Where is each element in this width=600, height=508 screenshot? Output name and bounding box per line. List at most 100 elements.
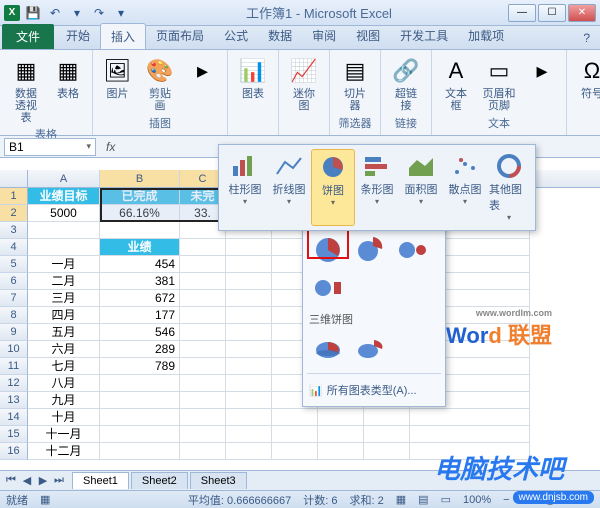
ribbon-headerfooter[interactable]: ▭页眉和页脚 — [478, 54, 520, 114]
cell[interactable]: 业绩 — [100, 239, 180, 256]
cell[interactable]: 789 — [100, 358, 180, 375]
row-header[interactable]: 5 — [0, 256, 28, 273]
cell[interactable]: 454 — [100, 256, 180, 273]
cell[interactable] — [226, 307, 272, 324]
sheet-tab-Sheet3[interactable]: Sheet3 — [190, 472, 247, 489]
ribbon-shapes-more[interactable]: ▸ — [184, 54, 221, 88]
tab-公式[interactable]: 公式 — [214, 23, 258, 49]
tab-开始[interactable]: 开始 — [56, 23, 100, 49]
fx-icon[interactable]: fx — [106, 140, 115, 154]
cell[interactable]: 九月 — [28, 392, 100, 409]
cell[interactable]: 五月 — [28, 324, 100, 341]
ribbon-symbol[interactable]: Ω符号 — [573, 54, 600, 102]
sheet-prev[interactable]: ◀ — [20, 474, 34, 487]
cell[interactable] — [100, 443, 180, 460]
cell[interactable] — [410, 409, 530, 426]
ribbon-picture[interactable]: 🖼图片 — [99, 54, 136, 102]
cell[interactable] — [180, 375, 226, 392]
cell[interactable] — [180, 341, 226, 358]
cell[interactable]: 八月 — [28, 375, 100, 392]
row-header[interactable]: 3 — [0, 222, 28, 239]
cell[interactable] — [272, 426, 318, 443]
tab-数据[interactable]: 数据 — [258, 23, 302, 49]
row-header[interactable]: 14 — [0, 409, 28, 426]
row-header[interactable]: 1 — [0, 188, 28, 205]
chart-type-other[interactable]: 其他图表▾ — [487, 149, 531, 226]
row-header[interactable]: 8 — [0, 307, 28, 324]
cell[interactable] — [226, 324, 272, 341]
pie-2d-basic[interactable] — [309, 233, 347, 267]
cell[interactable]: 六月 — [28, 341, 100, 358]
cell[interactable]: 四月 — [28, 307, 100, 324]
tab-页面布局[interactable]: 页面布局 — [146, 23, 214, 49]
row-header[interactable]: 13 — [0, 392, 28, 409]
cell[interactable] — [100, 392, 180, 409]
redo-button[interactable]: ↷ — [90, 4, 108, 22]
minimize-button[interactable]: — — [508, 4, 536, 22]
chart-type-area[interactable]: 面积图▾ — [399, 149, 443, 226]
pie-of-pie[interactable] — [393, 233, 431, 267]
save-button[interactable]: 💾 — [24, 4, 42, 22]
cell[interactable] — [180, 273, 226, 290]
cell[interactable] — [226, 290, 272, 307]
cell[interactable] — [226, 409, 272, 426]
help-button[interactable]: ? — [573, 27, 600, 49]
qat-dd[interactable]: ▾ — [68, 4, 86, 22]
cell[interactable] — [180, 239, 226, 256]
cell[interactable] — [180, 443, 226, 460]
cell[interactable] — [28, 222, 100, 239]
ribbon-slicer[interactable]: ▤切片器 — [336, 54, 374, 114]
cell[interactable] — [180, 426, 226, 443]
pie-3d-exploded[interactable] — [351, 333, 389, 367]
row-header[interactable]: 2 — [0, 205, 28, 222]
tab-开发工具[interactable]: 开发工具 — [390, 23, 458, 49]
file-tab[interactable]: 文件 — [2, 24, 54, 49]
cell[interactable]: 三月 — [28, 290, 100, 307]
cell[interactable] — [100, 409, 180, 426]
cell[interactable]: 66.16% — [100, 205, 180, 222]
cell[interactable]: 十月 — [28, 409, 100, 426]
cell[interactable] — [28, 239, 100, 256]
chart-type-pie[interactable]: 饼图▾ — [311, 149, 355, 226]
sheet-tab-Sheet1[interactable]: Sheet1 — [72, 472, 129, 489]
row-header[interactable]: 10 — [0, 341, 28, 358]
cell[interactable] — [318, 443, 364, 460]
pie-2d-exploded[interactable] — [351, 233, 389, 267]
tab-插入[interactable]: 插入 — [100, 23, 146, 49]
zoom-out[interactable]: − — [503, 494, 509, 506]
cell[interactable]: 二月 — [28, 273, 100, 290]
sheet-next[interactable]: ▶ — [36, 474, 50, 487]
cell[interactable] — [100, 426, 180, 443]
cell[interactable]: 5000 — [28, 205, 100, 222]
cell[interactable] — [180, 409, 226, 426]
cell[interactable]: 十一月 — [28, 426, 100, 443]
cell[interactable] — [226, 443, 272, 460]
view-normal[interactable]: ▦ — [396, 493, 406, 506]
cell[interactable] — [226, 273, 272, 290]
maximize-button[interactable]: ☐ — [538, 4, 566, 22]
cell[interactable]: 381 — [100, 273, 180, 290]
cell[interactable]: 业绩目标 — [28, 188, 100, 205]
ribbon-table[interactable]: ▦表格 — [50, 54, 86, 102]
cell[interactable] — [180, 392, 226, 409]
cell[interactable] — [226, 375, 272, 392]
cell[interactable] — [180, 256, 226, 273]
select-all-corner[interactable] — [0, 170, 28, 187]
ribbon-clipart[interactable]: 🎨剪贴画 — [140, 54, 180, 114]
ribbon-chart[interactable]: 📊图表 — [234, 54, 272, 102]
row-header[interactable]: 6 — [0, 273, 28, 290]
cell[interactable]: 289 — [100, 341, 180, 358]
cell[interactable]: 七月 — [28, 358, 100, 375]
cell[interactable] — [180, 358, 226, 375]
cell[interactable] — [318, 426, 364, 443]
all-chart-types[interactable]: 📊 所有图表类型(A)... — [307, 378, 441, 402]
ribbon-spark[interactable]: 📈迷你图 — [285, 54, 323, 114]
sheet-tab-Sheet2[interactable]: Sheet2 — [131, 472, 188, 489]
ribbon-hyperlink[interactable]: 🔗超链接 — [387, 54, 425, 114]
qat-dd2[interactable]: ▾ — [112, 4, 130, 22]
cell[interactable] — [272, 409, 318, 426]
col-header-B[interactable]: B — [100, 170, 180, 187]
cell[interactable] — [364, 426, 410, 443]
tab-视图[interactable]: 视图 — [346, 23, 390, 49]
tab-审阅[interactable]: 审阅 — [302, 23, 346, 49]
